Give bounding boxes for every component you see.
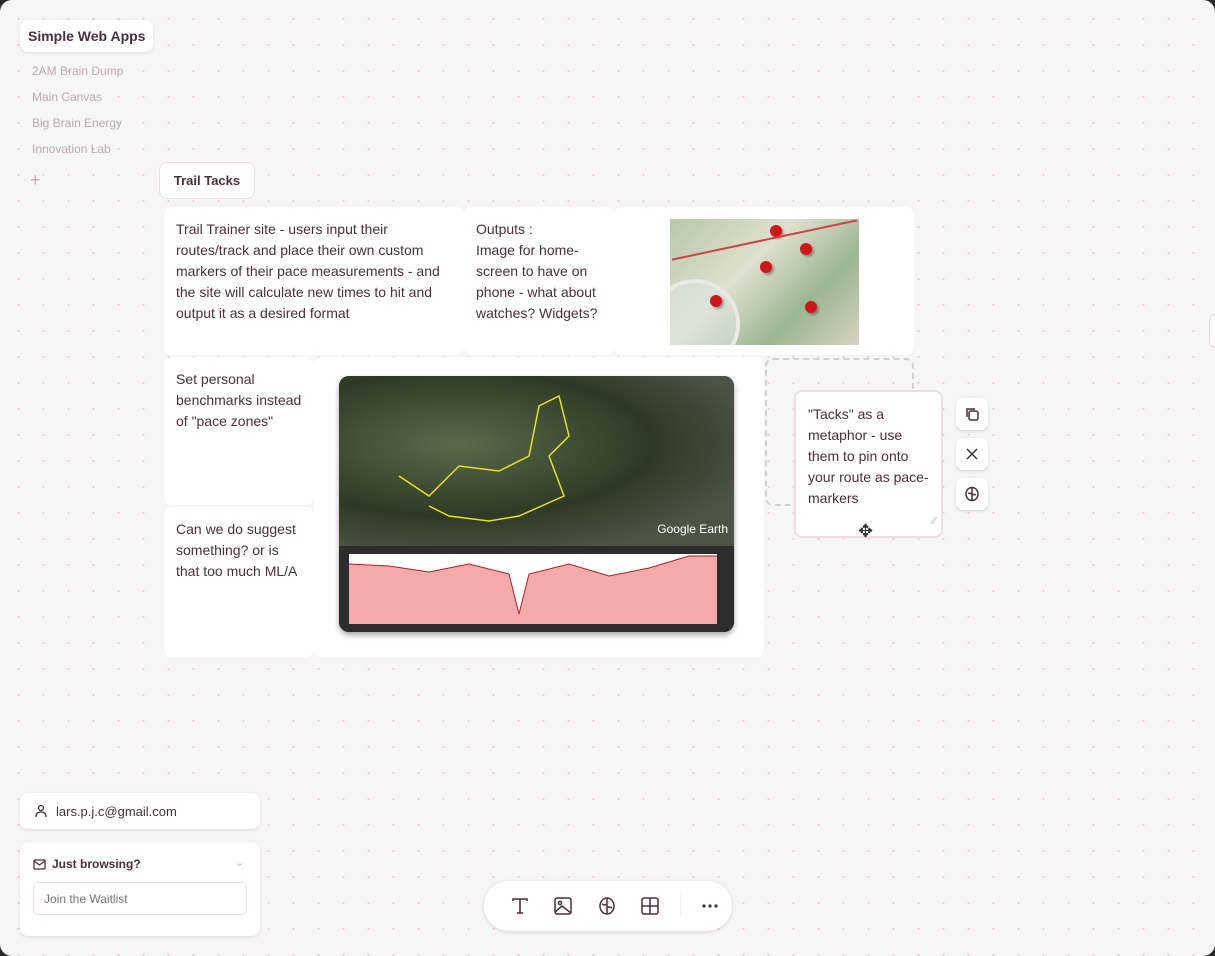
note-text: Trail Trainer site - users input their r… [176,221,440,321]
add-image-button[interactable] [541,888,584,924]
text-icon [511,898,528,914]
board-link[interactable]: Big Brain Energy [32,116,122,130]
more-icon [702,904,718,908]
selected-note-card[interactable]: "Tacks" as a metaphor - use them to pin … [794,390,943,541]
move-cursor-icon[interactable]: ✥ [858,521,873,542]
chevron-down-icon[interactable]: ⌄ [235,856,244,869]
note-text: Outputs : Image for home-screen to have … [476,221,598,321]
image-icon [554,897,572,915]
ai-button[interactable] [956,478,988,510]
workspace-title[interactable]: Simple Web Apps [20,20,154,52]
grid-icon [641,897,659,915]
google-earth-logo: Google Earth [657,522,728,536]
map-pins-image [670,219,859,345]
bottom-toolbar [484,881,732,931]
user-icon [35,804,47,818]
add-text-button[interactable] [498,888,541,924]
mail-icon [33,858,46,870]
waitlist-card: Just browsing? ⌄ [20,842,260,936]
board-title[interactable]: Trail Tacks [159,162,255,199]
add-grid-button[interactable] [628,888,671,924]
note-card[interactable]: Set personal benchmarks instead of "pace… [164,357,314,505]
add-ai-button[interactable] [585,888,628,924]
copy-button[interactable] [956,398,988,430]
note-text: "Tacks" as a metaphor - use them to pin … [808,406,929,506]
board-link[interactable]: Innovation Lab [32,142,111,156]
more-button[interactable] [689,888,732,924]
close-icon [966,448,978,460]
brain-icon [598,897,615,915]
right-panel-handle[interactable] [1209,314,1215,348]
board-link[interactable]: 2AM Brain Dump [32,64,123,78]
note-card[interactable]: Outputs : Image for home-screen to have … [464,207,614,355]
delete-button[interactable] [956,438,988,470]
note-card[interactable]: Can we do suggest something? or is that … [164,507,314,657]
canvas[interactable]: Simple Web Apps 2AM Brain Dump Main Canv… [0,0,1215,956]
waitlist-title: Just browsing? [52,857,141,871]
copy-icon [966,408,979,421]
note-text: Can we do suggest something? or is that … [176,521,298,579]
board-link[interactable]: Main Canvas [32,90,102,104]
brain-icon [965,486,979,502]
account-card[interactable]: lars.p.j.c@gmail.com [20,793,260,829]
account-email: lars.p.j.c@gmail.com [56,803,177,819]
waitlist-email-input[interactable] [33,882,247,915]
google-earth-image: Google Earth [339,376,734,632]
note-card[interactable]: Trail Trainer site - users input their r… [164,207,464,355]
toolbar-divider [679,894,681,918]
plus-icon[interactable]: + [30,170,41,191]
resize-handle-icon[interactable]: ⁄⁄ [933,511,936,532]
note-text: Set personal benchmarks instead of "pace… [176,371,302,429]
